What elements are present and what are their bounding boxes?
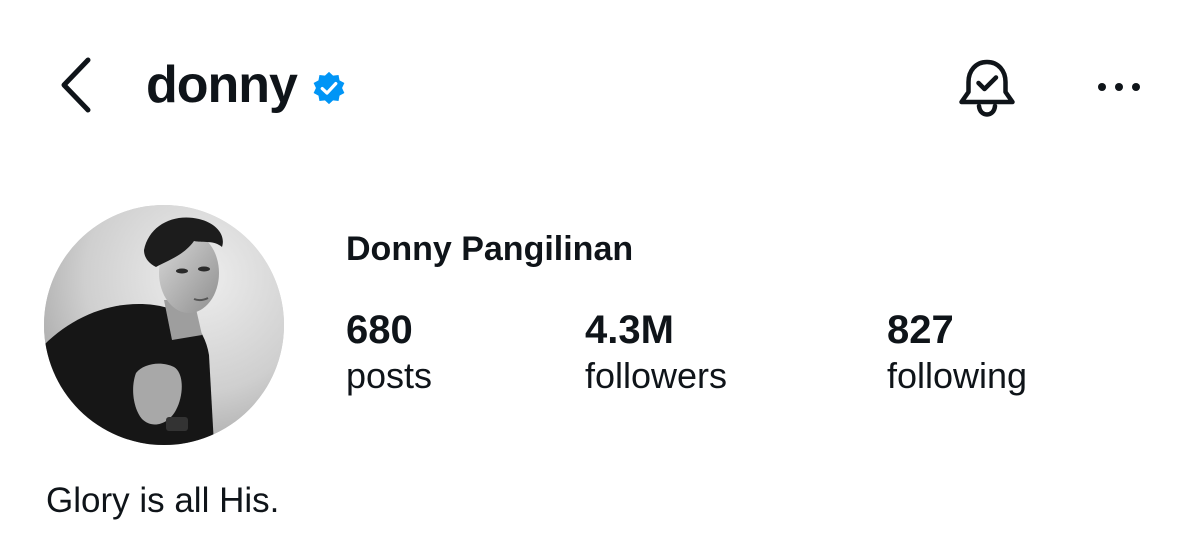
chevron-left-icon: [61, 57, 91, 113]
bell-check-icon: [959, 59, 1015, 117]
profile-bio: Glory is all His.: [46, 481, 280, 520]
username: donny: [146, 56, 298, 114]
followers-label: followers: [585, 355, 728, 396]
following-count: 827: [887, 308, 954, 352]
verified-badge-icon: [313, 71, 345, 105]
posts-count: 680: [346, 308, 413, 352]
stat-following[interactable]: 827 following: [887, 306, 1027, 398]
profile-photo: [44, 205, 284, 445]
avatar[interactable]: [44, 205, 284, 445]
display-name: Donny Pangilinan: [346, 230, 634, 268]
followers-count: 4.3M: [585, 308, 674, 352]
more-options-button[interactable]: [1092, 70, 1146, 104]
profile-header: donny: [146, 54, 347, 116]
stat-posts[interactable]: 680 posts: [346, 306, 432, 398]
posts-label: posts: [346, 355, 433, 396]
back-button[interactable]: [52, 54, 104, 116]
notifications-button[interactable]: [955, 56, 1019, 120]
stat-followers[interactable]: 4.3M followers: [585, 306, 727, 398]
following-label: following: [887, 355, 1028, 396]
ellipsis-icon: [1098, 83, 1140, 91]
